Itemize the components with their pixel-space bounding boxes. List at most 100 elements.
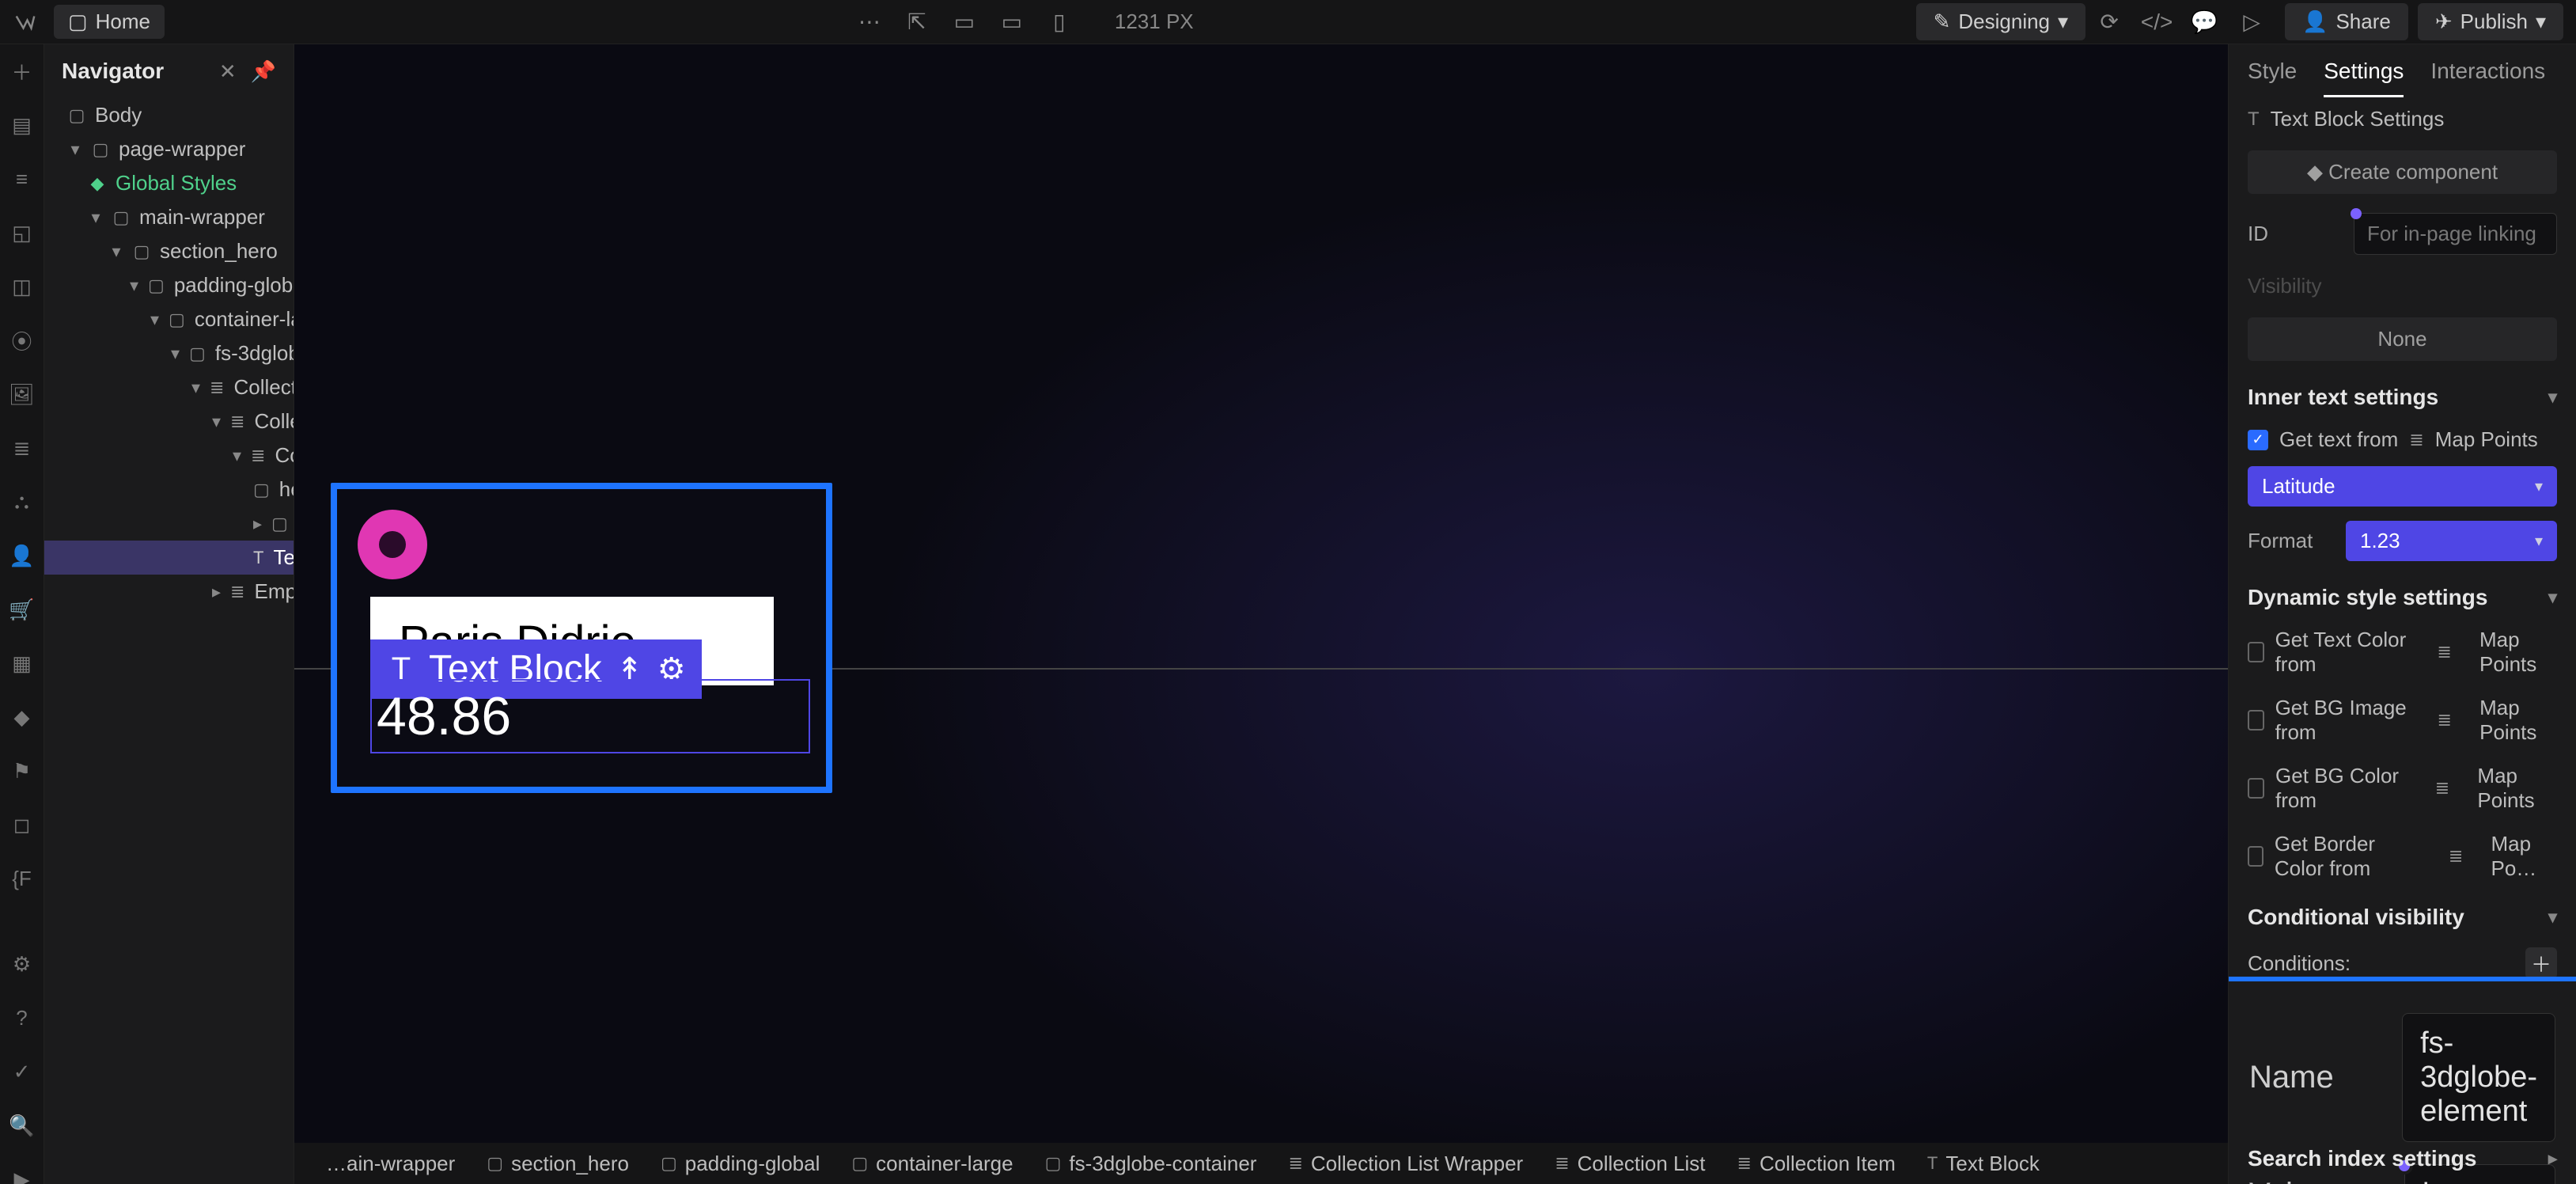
get-text-checkbox[interactable]: ✓ xyxy=(2248,430,2268,450)
format-select[interactable]: 1.23▾ xyxy=(2346,521,2557,561)
tree-row-collection-item[interactable]: ▾≣Collectio… xyxy=(44,438,294,472)
export-icon[interactable]: ⇱ xyxy=(893,9,941,35)
crumb[interactable]: ▢container-large xyxy=(839,1152,1025,1176)
tree-row-body[interactable]: ▢Body xyxy=(44,98,294,132)
tree-row-3dglobe[interactable]: ▾▢fs-3dglobe-con… xyxy=(44,336,294,370)
code-icon[interactable]: </> xyxy=(2133,9,2180,35)
ecommerce-icon[interactable]: 🛒 xyxy=(11,598,33,620)
tablet-icon[interactable]: ▭ xyxy=(941,9,988,35)
crumb[interactable]: ≣Collection List Wrapper xyxy=(1275,1152,1536,1176)
crumb[interactable]: ▢fs-3dglobe-container xyxy=(1032,1152,1270,1176)
field-select[interactable]: Latitude▾ xyxy=(2248,466,2557,507)
chevron-down-icon[interactable]: ▾ xyxy=(2548,387,2557,408)
bg-image-checkbox[interactable] xyxy=(2248,710,2264,731)
pin-icon[interactable]: 📌 xyxy=(251,59,276,84)
finsweet-icon[interactable]: {F xyxy=(11,867,33,890)
attr-name-label: Name xyxy=(2249,1060,2366,1095)
map-points-label: Map Points xyxy=(2435,427,2538,452)
breadcrumb-bar: …ain-wrapper ▢section_hero ▢padding-glob… xyxy=(294,1143,2228,1184)
variables-icon[interactable]: ⦿ xyxy=(11,329,33,351)
selected-collection-item[interactable]: Paris Didrio T Text Block ↟ ⚙ 48.86 xyxy=(331,483,832,793)
tree-row-text-block[interactable]: TText B… xyxy=(44,541,294,575)
apps-icon[interactable]: ▦ xyxy=(11,652,33,674)
crumb[interactable]: ≣Collection List xyxy=(1542,1152,1718,1176)
inner-text-head: Inner text settings xyxy=(2248,385,2438,410)
mobile-icon[interactable]: ▯ xyxy=(1036,9,1083,35)
text-color-checkbox[interactable] xyxy=(2248,642,2264,662)
user-icon[interactable]: 👤 xyxy=(11,545,33,567)
tree-row-padding-global[interactable]: ▾▢padding-global xyxy=(44,268,294,302)
conditions-label: Conditions: xyxy=(2248,951,2351,976)
tab-settings[interactable]: Settings xyxy=(2324,59,2404,97)
id-input[interactable]: For in-page linking xyxy=(2354,213,2557,255)
database-icon: ≣ xyxy=(2437,642,2451,662)
tree-row-empty-state[interactable]: ▸≣Empty Stat… xyxy=(44,575,294,609)
bg-color-checkbox[interactable] xyxy=(2248,778,2264,799)
attr-name-input[interactable]: fs-3dglobe-element xyxy=(2402,1013,2555,1142)
comment-icon[interactable]: 💬 xyxy=(2180,9,2228,35)
webflow-logo-icon[interactable] xyxy=(13,9,38,35)
components-icon[interactable]: ◱ xyxy=(11,222,33,244)
tree-row-main-wrapper[interactable]: ▾▢main-wrapper xyxy=(44,200,294,234)
add-icon[interactable]: ＋ xyxy=(11,60,33,82)
designing-mode-button[interactable]: ✎ Designing ▾ xyxy=(1916,3,2086,40)
binding-indicator-icon xyxy=(2351,208,2362,219)
chevron-down-icon[interactable]: ▾ xyxy=(2548,587,2557,608)
page-icon: ▢ xyxy=(68,9,88,34)
users-rail-icon[interactable]: ⛬ xyxy=(11,491,33,513)
desktop-icon[interactable]: ▭ xyxy=(988,9,1036,35)
canvas-width-label: 1231 PX xyxy=(1115,9,1194,34)
navigator-tree: ▢Body ▾▢page-wrapper ◆Global Styles ▾▢ma… xyxy=(44,98,294,1184)
tree-row-hero-2[interactable]: ▸▢hero_r… xyxy=(44,507,294,541)
chevron-down-icon: ▾ xyxy=(2535,531,2543,551)
tree-row-section-hero[interactable]: ▾▢section_hero xyxy=(44,234,294,268)
chevron-right-icon[interactable]: ▸ xyxy=(2548,1148,2557,1169)
crumb[interactable]: TText Block xyxy=(1915,1152,2052,1176)
crumb[interactable]: …ain-wrapper xyxy=(313,1152,468,1176)
chevron-down-icon: ▾ xyxy=(2536,9,2546,34)
pages-icon[interactable]: ▤ xyxy=(11,114,33,136)
tab-style[interactable]: Style xyxy=(2248,59,2297,97)
design-canvas[interactable]: Paris Didrio T Text Block ↟ ⚙ 48.86 …ain… xyxy=(294,44,2228,1184)
dynamic-style-head: Dynamic style settings xyxy=(2248,585,2487,610)
crumb[interactable]: ≣Collection Item xyxy=(1725,1152,1908,1176)
tree-row-collection-list[interactable]: ▾≣Collection … xyxy=(44,404,294,438)
image-icon[interactable]: 🖼 xyxy=(11,383,33,405)
chevron-down-icon[interactable]: ▾ xyxy=(2548,907,2557,928)
check-icon[interactable]: ✓ xyxy=(11,1061,33,1083)
database-icon: ≣ xyxy=(2449,846,2463,867)
tab-interactions[interactable]: Interactions xyxy=(2430,59,2545,97)
help-icon[interactable]: ? xyxy=(11,1007,33,1029)
designing-label: Designing xyxy=(1958,9,2050,34)
box-icon[interactable]: ◻ xyxy=(11,814,33,836)
add-condition-button[interactable]: ＋ xyxy=(2525,947,2557,979)
assets-icon[interactable]: ◫ xyxy=(11,275,33,298)
tree-row-page-wrapper[interactable]: ▾▢page-wrapper xyxy=(44,132,294,166)
person-icon: 👤 xyxy=(2302,9,2328,34)
search-icon[interactable]: 🔍 xyxy=(11,1114,33,1137)
video-icon[interactable]: ▶ xyxy=(11,1168,33,1184)
play-icon[interactable]: ▷ xyxy=(2228,9,2275,35)
more-icon[interactable]: ⋯ xyxy=(846,9,893,35)
home-label: Home xyxy=(96,9,150,34)
layers-icon[interactable]: ≡ xyxy=(11,168,33,190)
publish-button[interactable]: ✈ Publish ▾ xyxy=(2418,3,2563,40)
tree-row-global-styles[interactable]: ◆Global Styles xyxy=(44,166,294,200)
audit-icon[interactable]: ⚑ xyxy=(11,760,33,782)
logic-icon[interactable]: ◆ xyxy=(11,706,33,728)
sync-icon[interactable]: ⟳ xyxy=(2085,9,2133,35)
create-component-button[interactable]: ◆ Create component xyxy=(2248,150,2557,194)
tree-row-container-large[interactable]: ▾▢container-large xyxy=(44,302,294,336)
tree-row-hero-1[interactable]: ▢hero_r… xyxy=(44,472,294,507)
border-color-checkbox[interactable] xyxy=(2248,846,2263,867)
tree-row-collection-list-wrapper[interactable]: ▾≣Collection Lis… xyxy=(44,370,294,404)
share-button[interactable]: 👤 Share xyxy=(2285,3,2408,40)
close-icon[interactable]: ✕ xyxy=(219,59,237,84)
text-block-selected[interactable]: 48.86 xyxy=(370,679,810,753)
cms-icon[interactable]: ≣ xyxy=(11,437,33,459)
home-page-button[interactable]: ▢ Home xyxy=(54,5,165,39)
settings-icon[interactable]: ⚙ xyxy=(11,953,33,975)
crumb[interactable]: ▢section_hero xyxy=(474,1152,642,1176)
none-button[interactable]: None xyxy=(2248,317,2557,361)
crumb[interactable]: ▢padding-global xyxy=(648,1152,832,1176)
